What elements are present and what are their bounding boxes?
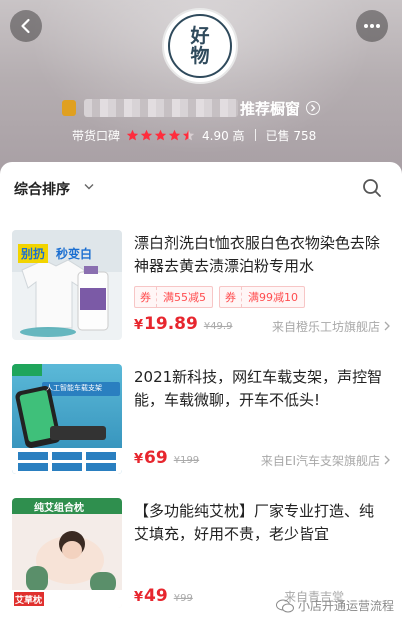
chevron-down-icon[interactable]	[84, 183, 94, 190]
product-thumbnail[interactable]: 别扔 秒变白	[12, 230, 122, 340]
star-icon	[126, 129, 139, 140]
product-title[interactable]: 【多功能纯艾枕】厂家专业打造、纯艾填充，好用不贵，老少皆宜	[134, 500, 388, 546]
more-button[interactable]	[356, 10, 388, 42]
thumb-header: 纯艾组合枕	[34, 503, 84, 514]
product-title[interactable]: 2021新科技，网红车载支架，声控智能，车载微聊，开车不低头!	[134, 366, 388, 412]
rating-stars	[126, 129, 196, 142]
sort-bar: 综合排序	[0, 162, 402, 216]
coupon-list: 券 满55减5 券 满99减10	[134, 286, 311, 308]
product-thumbnail[interactable]: 人工智能车载支架	[12, 364, 122, 474]
rating-row: 带货口碑 4.90 高 已售 758	[72, 126, 316, 144]
product-price: ¥69	[134, 448, 168, 468]
original-price: ¥99	[173, 593, 193, 604]
shop-name-redacted	[84, 99, 238, 117]
divider	[254, 129, 256, 141]
product-thumbnail[interactable]: 纯艾组合枕 艾草枕	[12, 498, 122, 608]
chevron-left-icon	[21, 18, 30, 34]
coupon-label: 券	[135, 287, 157, 307]
thumb-badge: 艾草枕	[15, 596, 43, 606]
chevron-right-icon	[384, 321, 390, 331]
star-half-icon	[182, 129, 195, 140]
shop-avatar	[62, 100, 76, 116]
logo-char-bottom: 物	[190, 45, 210, 67]
logo-mark: 好 物	[168, 14, 232, 78]
thumb-badge-1: 别扔	[18, 244, 49, 263]
coupon-value: 满99减10	[248, 291, 298, 304]
product-item[interactable]: 人工智能车载支架 2021新科技，网红车载支架，声控智能，车载微聊，开车不低头!…	[0, 364, 402, 492]
coupon-tag[interactable]: 券 满99减10	[219, 286, 305, 308]
product-source[interactable]: 来自橙乐工坊旗舰店	[272, 316, 390, 336]
more-dots-icon	[364, 24, 380, 28]
back-button[interactable]	[10, 10, 42, 42]
wechat-icon	[275, 599, 294, 612]
product-source[interactable]: 来自EI汽车支架旗舰店	[261, 450, 390, 470]
pillow-product-image	[12, 498, 122, 608]
chevron-right-icon	[384, 455, 390, 465]
product-panel: 综合排序 别扔 秒变白 漂白剂洗白t恤衣服白色衣物染色去除神器去黄去渍漂泊粉专用…	[0, 162, 402, 624]
product-price: ¥49	[134, 586, 168, 606]
source-store: 来自EI汽车支架旗舰店	[260, 453, 380, 468]
watermark-text: 小店开通运营流程	[297, 599, 394, 613]
original-price: ¥199	[173, 455, 200, 466]
coupon-tag[interactable]: 券 满55减5	[134, 286, 213, 308]
price-row: ¥69 ¥199	[134, 448, 199, 472]
shop-header: 好 物 推荐橱窗 带货口碑 4.90 高 已售 758	[0, 0, 402, 175]
shop-title: 推荐橱窗	[240, 99, 301, 118]
sold-count: 已售 758	[265, 128, 317, 143]
coupon-value: 满55减5	[163, 291, 206, 304]
logo-char-top: 好	[190, 25, 210, 47]
chevron-right-circle-icon	[306, 101, 321, 115]
car-mount-product-image	[12, 364, 122, 474]
reputation-label: 带货口碑	[72, 128, 121, 143]
product-price: ¥19.89	[134, 314, 198, 334]
star-icon	[168, 129, 181, 140]
product-item[interactable]: 别扔 秒变白 漂白剂洗白t恤衣服白色衣物染色去除神器去黄去渍漂泊粉专用水 券 满…	[0, 230, 402, 358]
watermark: 小店开通运营流程	[275, 597, 394, 614]
coupon-label: 券	[220, 287, 242, 307]
price-row: ¥49 ¥99	[134, 586, 193, 610]
shop-name-row[interactable]: 推荐橱窗	[62, 97, 321, 119]
shop-logo[interactable]: 好 物	[162, 8, 238, 84]
price-row: ¥19.89 ¥49.9	[134, 314, 232, 338]
rating-score: 4.90 高	[202, 128, 245, 143]
search-icon[interactable]	[362, 178, 382, 198]
sort-dropdown[interactable]: 综合排序	[14, 179, 70, 199]
thumb-badge-2: 秒变白	[56, 247, 93, 261]
source-store: 来自橙乐工坊旗舰店	[271, 319, 380, 334]
star-icon	[154, 129, 167, 140]
thumb-caption: 人工智能车载支架	[46, 384, 102, 392]
product-title[interactable]: 漂白剂洗白t恤衣服白色衣物染色去除神器去黄去渍漂泊粉专用水	[134, 232, 388, 278]
original-price: ¥49.9	[203, 321, 233, 332]
star-icon	[140, 129, 153, 140]
